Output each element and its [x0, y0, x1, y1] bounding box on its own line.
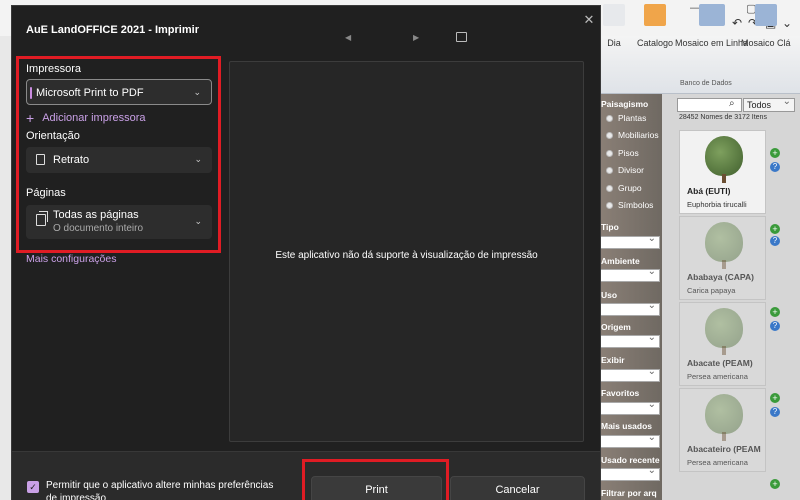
catalog-filter-select[interactable]: Todos	[743, 96, 795, 112]
add-icon[interactable]: +	[770, 224, 780, 234]
filter-exibir-label: Exibir	[601, 355, 625, 365]
ribbon-button-dia[interactable]: Dia	[603, 4, 625, 48]
previous-page-icon[interactable]: ◀	[345, 33, 351, 42]
search-icon[interactable]: ⌕	[729, 98, 735, 109]
pages-value: Todas as páginas	[53, 209, 139, 221]
filter-usado-recente-label: Usado recente	[601, 455, 660, 465]
next-page-icon[interactable]: ▶	[413, 33, 419, 42]
filter-mais-usados-label: Mais usados	[601, 421, 653, 431]
tree-icon	[705, 308, 743, 348]
help-icon[interactable]: ?	[770, 407, 780, 417]
add-printer-link[interactable]: + Adicionar impressora	[26, 109, 146, 126]
catalog-item[interactable]: Abá (EUTI) Euphorbia tirucalli	[679, 130, 766, 214]
filter-tipo-select[interactable]	[600, 233, 660, 249]
ribbon-button-mosaico-classico[interactable]: Mosaico Clá	[741, 4, 791, 48]
more-settings-link[interactable]: Mais configurações	[26, 253, 116, 265]
preferences-checkbox[interactable]: ✓	[27, 481, 39, 493]
radio-mobiliarios[interactable]: Mobiliarios	[606, 130, 659, 140]
tree-icon	[705, 222, 743, 262]
ribbon-group-label: Banco de Dados	[680, 80, 732, 87]
orientation-select[interactable]: Retrato ⌄	[26, 147, 212, 173]
preview-message: Este aplicativo não dá suporte à visuali…	[275, 250, 538, 261]
chevron-down-icon: ⌄	[194, 154, 202, 164]
radio-plantas[interactable]: Plantas	[606, 113, 646, 123]
ribbon-button-catalogo[interactable]: Catalogo	[637, 4, 673, 48]
filter-exibir-select[interactable]	[600, 366, 660, 382]
catalog-count: 28452 Nomes de 3172 Itens	[679, 114, 767, 121]
orientation-label: Orientação	[26, 130, 80, 142]
filter-mais-usados-select[interactable]	[600, 432, 660, 448]
focus-accent	[30, 87, 32, 99]
filter-ambiente-label: Ambiente	[601, 256, 640, 266]
help-icon[interactable]: ?	[770, 236, 780, 246]
add-printer-label: Adicionar impressora	[42, 112, 146, 124]
cancel-button[interactable]: Cancelar	[450, 476, 585, 500]
mosaic-classic-icon	[754, 4, 777, 26]
fit-page-icon[interactable]	[456, 32, 467, 42]
filter-tipo-label: Tipo	[601, 222, 619, 232]
filter-origem-label: Origem	[601, 322, 631, 332]
ribbon-button-mosaico-linha[interactable]: Mosaico em Linha	[675, 4, 748, 48]
printer-value: Microsoft Print to PDF	[36, 87, 144, 99]
print-button[interactable]: Print	[311, 476, 442, 500]
filter-usado-recente-select[interactable]	[600, 465, 660, 481]
help-icon[interactable]: ?	[770, 162, 780, 172]
pages-select[interactable]: Todas as páginas O documento inteiro ⌄	[26, 205, 212, 239]
catalog-item[interactable]: Abacateiro (PEAM Persea americana	[679, 388, 766, 472]
pages-description: O documento inteiro	[53, 223, 144, 234]
search-catalog-icon	[644, 4, 667, 26]
filter-origem-select[interactable]	[600, 332, 660, 348]
filter-uso-label: Uso	[601, 290, 618, 300]
radio-pisos[interactable]: Pisos	[606, 148, 639, 158]
filter-uso-select[interactable]	[600, 300, 660, 316]
dialog-title: AuE LandOFFICE 2021 - Imprimir	[26, 24, 199, 36]
tree-icon	[705, 136, 743, 176]
mosaic-line-icon	[698, 4, 725, 26]
catalog-item[interactable]: Abacate (PEAM) Persea americana	[679, 302, 766, 386]
print-preview-area: Este aplicativo não dá suporte à visuali…	[229, 61, 584, 442]
radio-simbolos[interactable]: Símbolos	[606, 200, 653, 210]
print-dialog: AuE LandOFFICE 2021 - Imprimir ✕ ◀ ▶ Imp…	[11, 5, 601, 500]
add-icon[interactable]: +	[770, 307, 780, 317]
filter-por-arquivo-label: Filtrar por arq	[601, 488, 657, 498]
radio-divisor[interactable]: Divisor	[606, 165, 644, 175]
filter-favoritos-label: Favoritos	[601, 388, 640, 398]
printer-select[interactable]: Microsoft Print to PDF ⌄	[26, 79, 212, 105]
chevron-down-icon: ⌄	[193, 87, 201, 97]
chevron-down-icon: ⌄	[194, 216, 202, 226]
add-icon[interactable]: +	[770, 393, 780, 403]
plus-icon: +	[26, 109, 35, 126]
radio-grupo[interactable]: Grupo	[606, 183, 642, 193]
portrait-page-icon	[36, 154, 45, 165]
add-icon[interactable]: +	[770, 479, 780, 489]
add-icon[interactable]: +	[770, 148, 780, 158]
pages-icon	[36, 211, 48, 226]
filter-favoritos-select[interactable]	[600, 399, 660, 415]
printer-label: Impressora	[26, 63, 82, 75]
filter-ambiente-select[interactable]	[600, 266, 660, 282]
tree-icon	[705, 394, 743, 434]
dialog-footer: ✓ Permitir que o aplicativo altere minha…	[12, 451, 600, 500]
catalog-item[interactable]: Ababaya (CAPA) Carica papaya	[679, 216, 766, 300]
pages-label: Páginas	[26, 187, 66, 199]
side-panel-title: Paisagismo	[601, 99, 649, 109]
orientation-value: Retrato	[53, 154, 90, 166]
close-icon[interactable]: ✕	[579, 10, 599, 30]
preferences-checkbox-label: Permitir que o aplicativo altere minhas …	[46, 480, 274, 500]
help-icon[interactable]: ?	[770, 321, 780, 331]
